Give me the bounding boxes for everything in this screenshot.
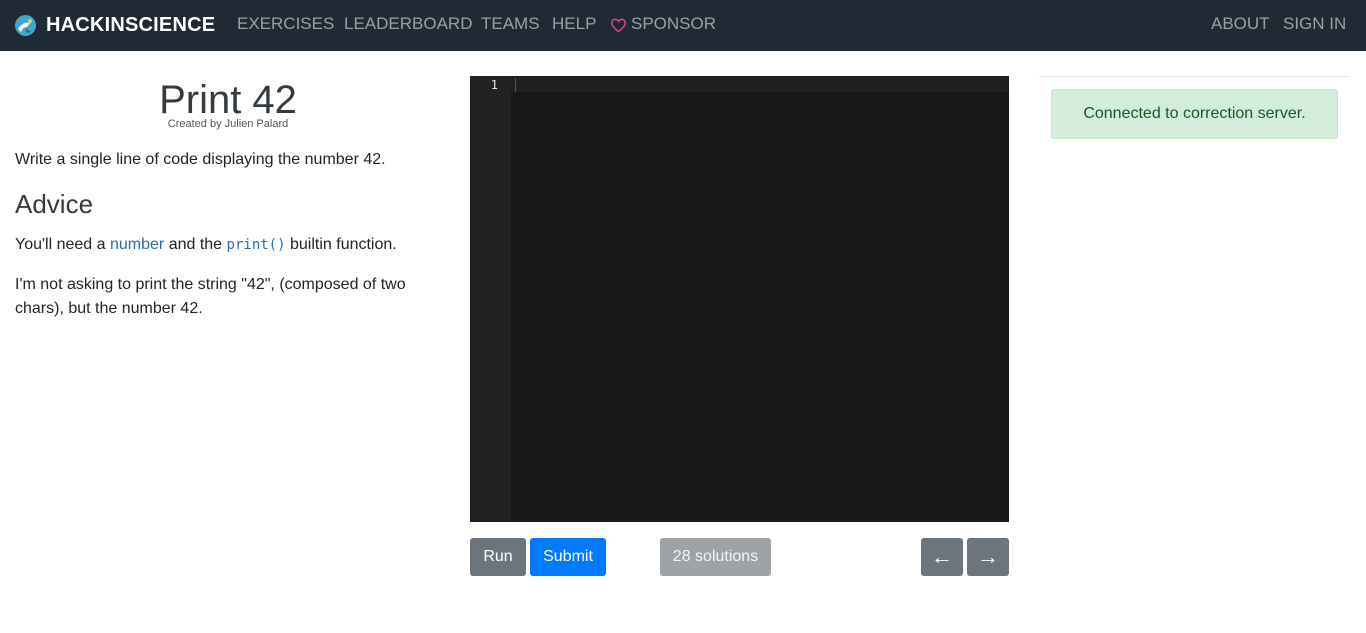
run-button[interactable]: Run xyxy=(470,538,526,576)
editor-active-line[interactable] xyxy=(511,76,1009,92)
nav-about[interactable]: ABOUT xyxy=(1211,14,1270,34)
submit-button[interactable]: Submit xyxy=(530,538,606,576)
next-exercise-button[interactable]: → xyxy=(967,538,1009,576)
brand-name: HACKINSCIENCE xyxy=(46,13,216,36)
results-divider xyxy=(1039,76,1349,77)
print-doc-link[interactable]: print() xyxy=(227,237,286,253)
line-number: 1 xyxy=(490,78,498,92)
code-editor[interactable]: 1 xyxy=(470,76,1009,522)
exercise-title: Print 42 xyxy=(159,78,297,122)
editor-gutter: 1 xyxy=(470,76,511,522)
brand-logo-icon xyxy=(15,14,36,36)
nav-sponsor[interactable]: SPONSOR xyxy=(610,14,716,34)
editor-cursor xyxy=(515,78,516,92)
nav-sponsor-label: SPONSOR xyxy=(631,14,717,33)
connection-status-alert: Connected to correction server. xyxy=(1051,89,1338,139)
nav-leaderboard[interactable]: LEADERBOARD xyxy=(344,14,472,34)
number-doc-link[interactable]: number xyxy=(110,236,164,253)
nav-exercises[interactable]: EXERCISES xyxy=(237,14,334,34)
advice-text-middle: and the xyxy=(164,236,227,253)
top-navbar: HACKINSCIENCE EXERCISES LEADERBOARD TEAM… xyxy=(0,0,1366,51)
nav-help[interactable]: HELP xyxy=(552,14,596,34)
advice-paragraph-1: You'll need a number and the print() bui… xyxy=(15,233,435,257)
advice-paragraph-2: I'm not asking to print the string "42",… xyxy=(15,276,406,317)
advice-heading: Advice xyxy=(15,189,94,219)
nav-teams[interactable]: TEAMS xyxy=(481,14,540,34)
previous-exercise-button[interactable]: ← xyxy=(921,538,963,576)
advice-text-suffix: builtin function. xyxy=(285,236,397,253)
nav-sign-in[interactable]: SIGN IN xyxy=(1283,14,1346,34)
brand-link[interactable]: HACKINSCIENCE xyxy=(15,13,215,37)
heart-icon xyxy=(610,18,627,33)
exercise-description: Write a single line of code displaying t… xyxy=(15,151,386,168)
advice-text-prefix: You'll need a xyxy=(15,236,110,253)
solutions-button[interactable]: 28 solutions xyxy=(660,538,771,576)
exercise-author: Created by Julien Palard xyxy=(167,118,289,130)
